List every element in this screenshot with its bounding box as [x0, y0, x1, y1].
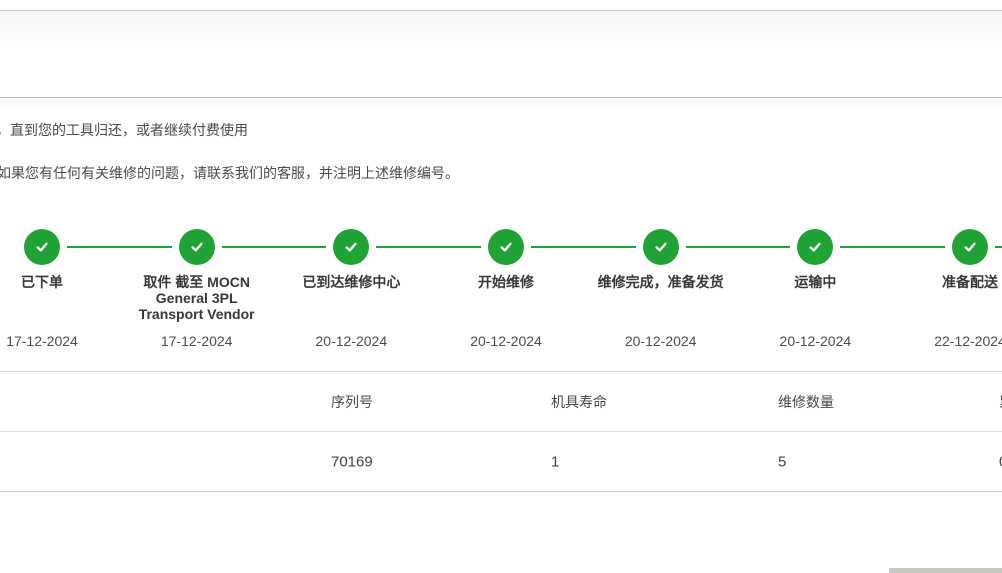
table-cell-value: 5 [778, 453, 786, 470]
horizontal-scrollbar-thumb[interactable] [889, 568, 1002, 573]
step-label: 运输中 [745, 274, 885, 290]
notice-line-2: 如果您有任何有关维修的问题，请联系我们的客服，并注明上述维修编号。 [0, 163, 459, 183]
timeline-connector-line [686, 246, 791, 248]
checkmark-icon [807, 239, 823, 255]
step-check-circle-icon [643, 229, 679, 265]
timeline-connector-line [840, 246, 945, 248]
step-date: 20-12-2024 [431, 333, 581, 349]
table-column-header: 维修数量 [778, 392, 834, 412]
step-check-circle-icon [333, 229, 369, 265]
step-check-circle-icon [24, 229, 60, 265]
table-cell-value: 1 [551, 453, 559, 470]
step-check-circle-icon [797, 229, 833, 265]
checkmark-icon [498, 239, 514, 255]
checkmark-icon [962, 239, 978, 255]
step-label: 开始维修 [436, 274, 576, 290]
checkmark-icon [189, 239, 205, 255]
clipped-text-fragment: ， [0, 120, 10, 140]
timeline-connector-line [376, 246, 481, 248]
step-date: 20-12-2024 [586, 333, 736, 349]
table-cell-value: 70169 [331, 453, 373, 470]
step-date: 17-12-2024 [122, 333, 272, 349]
top-card-band [0, 10, 1002, 98]
timeline-connector-line [531, 246, 636, 248]
step-label: 已到达维修中心 [281, 274, 421, 290]
step-check-circle-icon [488, 229, 524, 265]
step-check-circle-icon [952, 229, 988, 265]
table-column-header: 机具寿命 [551, 392, 607, 412]
step-date: 17-12-2024 [0, 333, 117, 349]
step-label: 已下单 [0, 274, 112, 290]
notice-line-1: ，直到您的工具归还，或者继续付费使用 [0, 120, 248, 140]
checkmark-icon [343, 239, 359, 255]
checkmark-icon [34, 239, 50, 255]
timeline-connector-line [222, 246, 327, 248]
repair-details-table: 序列号机具寿命维修数量累计维修 70169150 [0, 371, 1002, 492]
step-date: 22-12-2024 [895, 333, 1002, 349]
section-divider-band [0, 99, 1002, 111]
table-row: 70169150 [0, 431, 1002, 492]
checkmark-icon [653, 239, 669, 255]
notice-line-1-text: 直到您的工具归还，或者继续付费使用 [10, 122, 248, 138]
step-label: 准备配送 [900, 274, 1002, 290]
timeline-connector-line [995, 246, 1002, 248]
step-check-circle-icon [179, 229, 215, 265]
table-column-header: 序列号 [331, 392, 373, 412]
step-label: 取件 截至 MOCN General 3PL Transport Vendor [127, 274, 267, 322]
step-date: 20-12-2024 [276, 333, 426, 349]
table-header-row: 序列号机具寿命维修数量累计维修 [0, 372, 1002, 432]
timeline-connector-line [67, 246, 172, 248]
step-date: 20-12-2024 [740, 333, 890, 349]
step-label: 维修完成，准备发货 [591, 274, 731, 290]
